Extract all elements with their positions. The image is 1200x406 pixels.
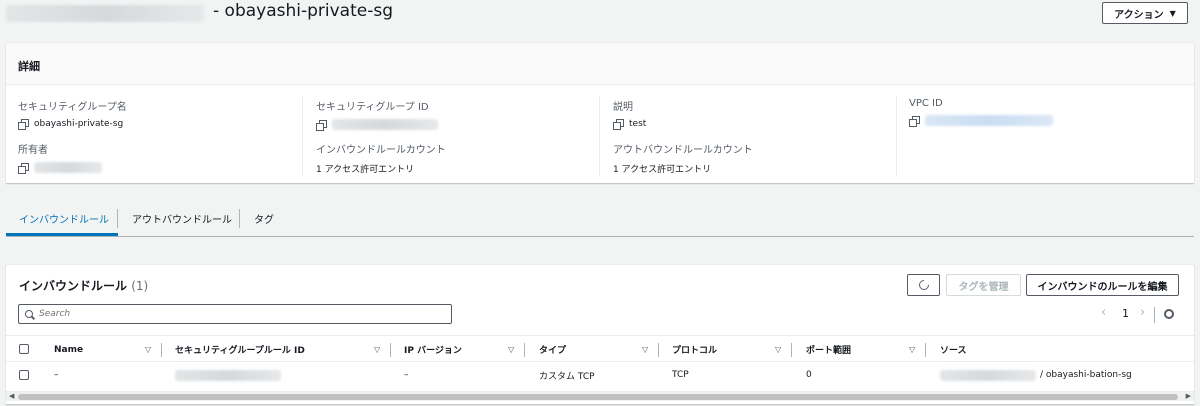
- inbound-count-label: インバウンドルールカウント: [316, 145, 446, 156]
- page-header: - obayashi-private-sg アクション ▼: [0, 0, 1200, 28]
- table-header: Name ▽ セキュリティグループルール ID ▽ IP バージョン ▽ タイプ…: [6, 335, 1194, 362]
- tab-divider: [117, 209, 118, 228]
- description-value: test: [629, 119, 647, 129]
- column-header-rule-id[interactable]: セキュリティグループルール ID: [175, 336, 305, 363]
- vpc-id-link[interactable]: [925, 115, 1053, 126]
- sg-id-label: セキュリティグループ ID: [316, 102, 429, 113]
- copy-icon[interactable]: [316, 119, 327, 131]
- caret-down-icon: ▼: [1169, 8, 1176, 18]
- details-grid: セキュリティグループ名 obayashi-private-sg セキュリティグル…: [6, 85, 1194, 184]
- copy-icon[interactable]: [909, 115, 920, 127]
- redacted-sg-id: [6, 5, 204, 22]
- pager-divider: [1154, 307, 1155, 323]
- sort-icon[interactable]: ▽: [909, 345, 915, 354]
- inbound-rules-panel: インバウンドルール (1) タグを管理 インバウンドのルールを編集 ‹ 1 › …: [6, 264, 1194, 404]
- cell-rule-id: [175, 362, 281, 388]
- source-value: / obayashi-bation-sg: [1040, 370, 1132, 380]
- cell-protocol: TCP: [672, 370, 689, 380]
- column-divider[interactable]: [161, 343, 162, 357]
- vpc-id-field: VPC ID: [909, 98, 1053, 127]
- column-divider[interactable]: [658, 343, 659, 357]
- redacted-owner-value: [34, 162, 102, 173]
- redacted-sg-id-value: [332, 119, 438, 130]
- outbound-count-value[interactable]: 1 アクセス許可エントリ: [613, 162, 753, 175]
- column-header-protocol[interactable]: プロトコル: [672, 336, 717, 363]
- column-divider[interactable]: [791, 343, 792, 357]
- column-header-source[interactable]: ソース: [940, 336, 967, 363]
- redacted-rule-id: [175, 369, 281, 381]
- scrollbar-thumb[interactable]: [18, 394, 1178, 400]
- column-divider[interactable]: [524, 343, 525, 357]
- copy-icon[interactable]: [613, 119, 624, 130]
- column-divider: [896, 96, 897, 176]
- tab-tags[interactable]: タグ: [254, 200, 274, 236]
- search-icon: [25, 310, 33, 318]
- description-label: 説明: [613, 102, 633, 113]
- outbound-count-label: アウトバウンドルールカウント: [613, 145, 753, 156]
- sg-name-value: obayashi-private-sg: [34, 119, 124, 129]
- copy-icon[interactable]: [18, 119, 29, 130]
- column-header-name[interactable]: Name: [54, 336, 83, 363]
- inbound-count-field: インバウンドルールカウント 1 アクセス許可エントリ: [316, 141, 446, 175]
- column-header-type[interactable]: タイプ: [539, 336, 566, 363]
- column-divider[interactable]: [925, 343, 926, 357]
- rules-tabs: インバウンドルール アウトバウンドルール タグ: [6, 200, 1194, 237]
- edit-inbound-rules-button[interactable]: インバウンドのルールを編集: [1026, 274, 1179, 296]
- sg-id-field: セキュリティグループ ID: [316, 98, 438, 131]
- cell-source: / obayashi-bation-sg: [940, 362, 1132, 388]
- vpc-id-label: VPC ID: [909, 98, 943, 109]
- details-heading: 詳細: [6, 43, 1194, 85]
- sg-name-label: セキュリティグループ名: [18, 102, 127, 113]
- inbound-count-value[interactable]: 1 アクセス許可エントリ: [316, 162, 446, 175]
- redacted-source-id: [940, 369, 1036, 381]
- details-panel: 詳細 セキュリティグループ名 obayashi-private-sg セキュリテ…: [6, 42, 1194, 183]
- gear-icon[interactable]: [1164, 309, 1174, 319]
- page-number[interactable]: 1: [1122, 307, 1129, 320]
- tab-outbound-rules[interactable]: アウトバウンドルール: [132, 200, 232, 236]
- rules-title: インバウンドルール (1): [19, 277, 148, 294]
- refresh-button[interactable]: [907, 274, 940, 296]
- refresh-icon: [916, 277, 931, 293]
- scroll-right-icon[interactable]: ▶: [1186, 392, 1191, 400]
- column-divider: [599, 96, 600, 176]
- horizontal-scrollbar[interactable]: ◀ ▶: [6, 391, 1194, 401]
- sort-icon[interactable]: ▽: [775, 345, 781, 354]
- search-field[interactable]: [18, 304, 452, 324]
- actions-label: アクション: [1114, 9, 1164, 21]
- actions-button[interactable]: アクション ▼: [1102, 2, 1188, 24]
- column-divider: [302, 96, 303, 176]
- sg-name-field: セキュリティグループ名 obayashi-private-sg: [18, 98, 127, 130]
- sort-icon[interactable]: ▽: [642, 345, 648, 354]
- owner-field: 所有者: [18, 141, 102, 174]
- rules-title-text: インバウンドルール: [19, 279, 128, 293]
- manage-tags-button[interactable]: タグを管理: [946, 274, 1021, 296]
- column-divider[interactable]: [390, 343, 391, 357]
- cell-type: カスタム TCP: [539, 371, 595, 382]
- tab-divider: [239, 209, 240, 228]
- table-row[interactable]: – – カスタム TCP TCP 0 / obayashi-bation-sg: [6, 362, 1194, 388]
- page-title: - obayashi-private-sg: [213, 1, 394, 21]
- copy-icon[interactable]: [18, 162, 29, 174]
- rules-table: Name ▽ セキュリティグループルール ID ▽ IP バージョン ▽ タイプ…: [6, 335, 1194, 388]
- cell-ip-version: –: [404, 370, 409, 380]
- select-all-checkbox[interactable]: [19, 344, 29, 354]
- tab-inbound-rules[interactable]: インバウンドルール: [19, 200, 109, 236]
- sort-icon[interactable]: ▽: [145, 345, 151, 354]
- search-input[interactable]: [39, 309, 429, 319]
- sort-icon[interactable]: ▽: [508, 345, 514, 354]
- column-header-ip-version[interactable]: IP バージョン: [404, 336, 462, 363]
- column-header-port-range[interactable]: ポート範囲: [806, 336, 851, 363]
- row-checkbox[interactable]: [19, 370, 29, 380]
- owner-label: 所有者: [18, 145, 48, 156]
- cell-port-range: 0: [806, 370, 812, 380]
- scroll-left-icon[interactable]: ◀: [9, 392, 14, 400]
- sort-icon[interactable]: ▽: [374, 345, 380, 354]
- outbound-count-field: アウトバウンドルールカウント 1 アクセス許可エントリ: [613, 141, 753, 175]
- rules-count: (1): [131, 279, 149, 293]
- active-tab-indicator: [6, 233, 118, 236]
- cell-name: –: [54, 370, 59, 380]
- chevron-right-icon[interactable]: ›: [1140, 305, 1145, 320]
- description-field: 説明 test: [613, 98, 647, 130]
- chevron-left-icon[interactable]: ‹: [1101, 305, 1106, 320]
